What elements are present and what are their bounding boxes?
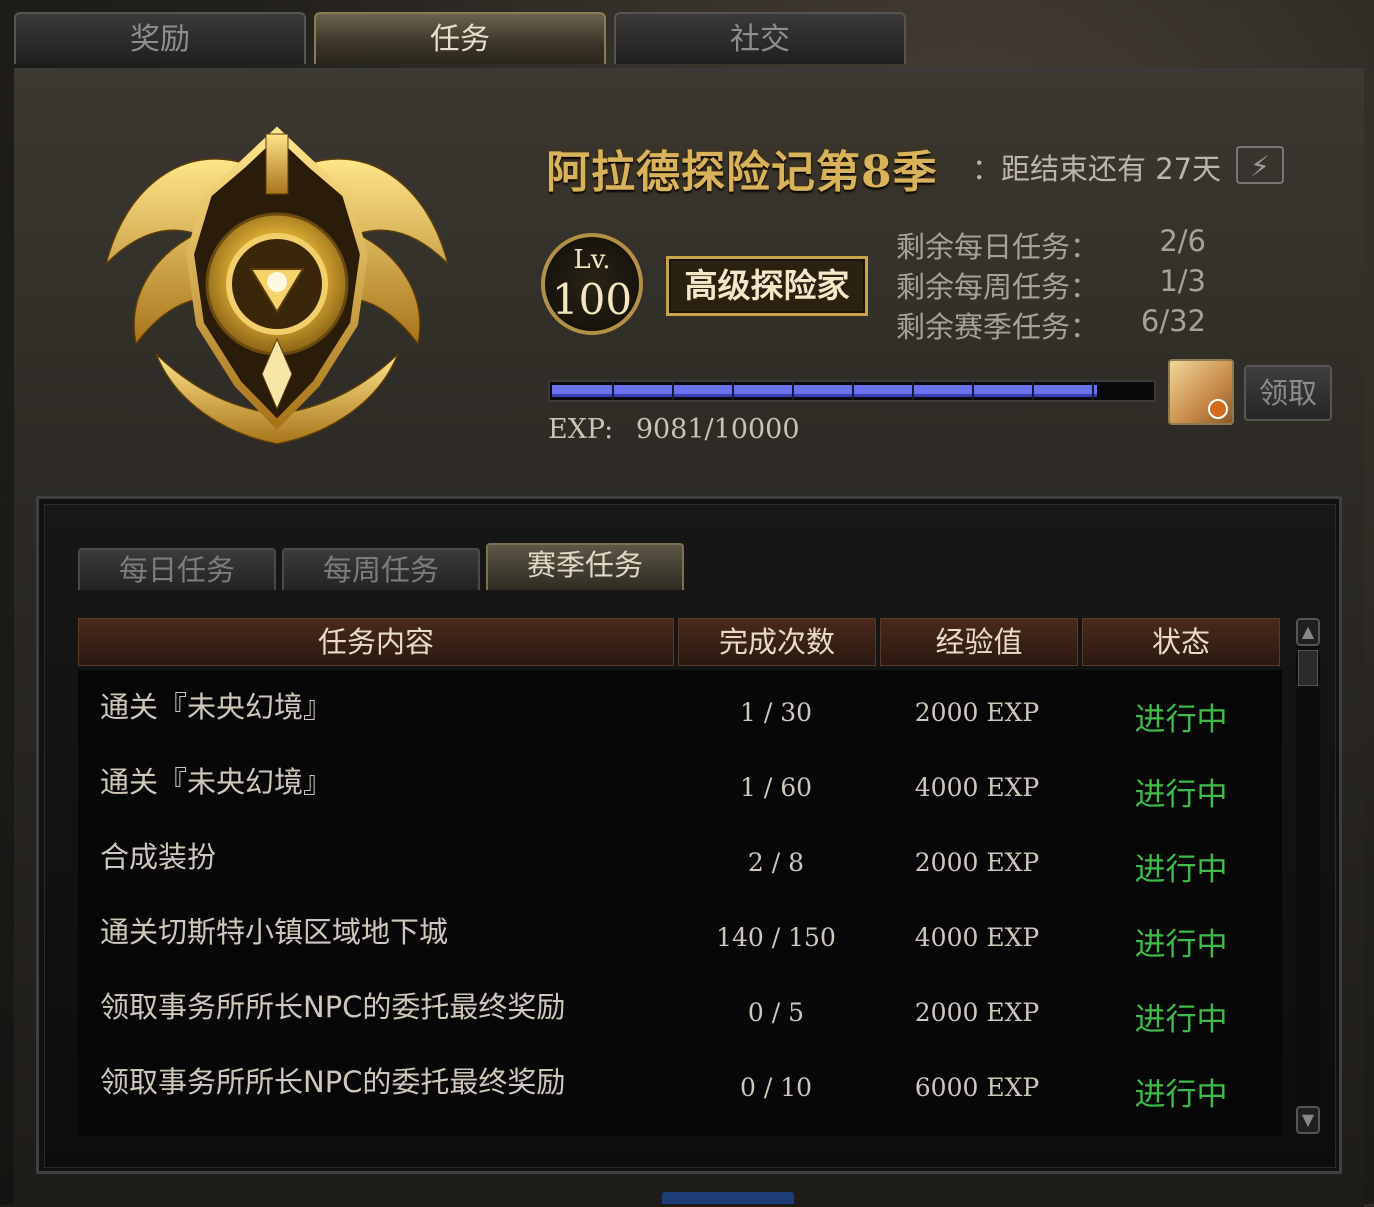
header-exp: 经验值 <box>880 618 1078 666</box>
unavailable-icon <box>1208 399 1228 419</box>
task-name: 通关切斯特小镇区域地下城 <box>100 915 449 949</box>
level-badge: Lv. 100 <box>541 233 643 335</box>
rank-badge: 高级探险家 <box>666 256 868 316</box>
table-row[interactable]: 通关『未央幻境』 1 / 60 4000 EXP 进行中 <box>78 745 1282 820</box>
table-row[interactable]: 通关切斯特小镇区域地下城 140 / 150 4000 EXP 进行中 <box>78 895 1282 970</box>
task-status: 进行中 <box>1134 702 1228 738</box>
task-status: 进行中 <box>1134 852 1228 888</box>
task-exp: 2000 EXP <box>914 698 1040 727</box>
arrow-down-icon[interactable]: ▼ <box>1296 1106 1320 1134</box>
task-count: 0 / 10 <box>739 1073 813 1102</box>
task-count: 1 / 30 <box>739 698 813 727</box>
scrollbar[interactable] <box>1296 618 1320 1134</box>
level-prefix: Lv. <box>573 245 611 275</box>
tab-rewards[interactable]: 奖励 <box>14 12 306 64</box>
table-row[interactable]: 领取事务所所长NPC的委托最终奖励 0 / 10 6000 EXP 进行中 <box>78 1045 1282 1120</box>
exp-bar-segment <box>732 382 734 400</box>
task-name: 合成装扮 <box>100 840 217 874</box>
task-exp: 2000 EXP <box>914 848 1040 877</box>
task-count: 0 / 5 <box>747 998 805 1027</box>
remaining-daily-label: 剩余每日任务： <box>896 230 1100 264</box>
task-exp: 4000 EXP <box>914 773 1040 802</box>
remaining-weekly-value: 1/3 <box>1159 264 1206 298</box>
table-row[interactable]: 通关『未央幻境』 1 / 30 2000 EXP 进行中 <box>78 670 1282 745</box>
exp-bar-segment <box>1032 382 1034 400</box>
season-remaining-time: ：距结束还有 27天 <box>972 152 1222 186</box>
tab-tasks[interactable]: 任务 <box>314 12 606 64</box>
exp-bar-segment <box>672 382 674 400</box>
task-name: 领取事务所所长NPC的委托最终奖励 <box>100 990 566 1024</box>
exp-text: EXP: 9081/10000 <box>548 414 800 445</box>
exp-progress-bar <box>548 380 1156 402</box>
task-exp: 4000 EXP <box>914 923 1040 952</box>
header-completion-count: 完成次数 <box>678 618 876 666</box>
remaining-season-value: 6/32 <box>1140 304 1206 338</box>
lightning-icon[interactable]: ⚡ <box>1236 146 1284 184</box>
subtab-weekly[interactable]: 每周任务 <box>282 548 480 590</box>
remaining-season: 剩余赛季任务： 6/32 <box>896 304 1206 346</box>
exp-bar-segment <box>612 382 614 400</box>
task-count: 1 / 60 <box>739 773 813 802</box>
subtab-season[interactable]: 赛季任务 <box>486 543 684 590</box>
task-status: 进行中 <box>1134 927 1228 963</box>
level-value: 100 <box>551 275 633 324</box>
task-name: 通关『未央幻境』 <box>100 765 333 799</box>
exp-value: 9081/10000 <box>635 414 800 445</box>
task-status: 进行中 <box>1134 1002 1228 1038</box>
task-status: 进行中 <box>1134 777 1228 813</box>
task-count: 2 / 8 <box>747 848 805 877</box>
gift-box-icon[interactable] <box>1168 359 1234 425</box>
claim-button[interactable]: 领取 <box>1244 365 1332 421</box>
exp-label: EXP: <box>548 414 614 445</box>
tab-social[interactable]: 社交 <box>614 12 906 64</box>
remaining-weekly-label: 剩余每周任务： <box>896 270 1100 304</box>
task-exp: 6000 EXP <box>914 1073 1040 1102</box>
remaining-weekly: 剩余每周任务： 1/3 <box>896 264 1206 306</box>
task-name: 领取事务所所长NPC的委托最终奖励 <box>100 1065 566 1099</box>
header-task-content: 任务内容 <box>78 618 674 666</box>
exp-bar-segment <box>912 382 914 400</box>
exp-bar-segment <box>852 382 854 400</box>
task-status: 进行中 <box>1134 1077 1228 1113</box>
exp-bar-segment <box>792 382 794 400</box>
remaining-daily-value: 2/6 <box>1159 224 1206 258</box>
exp-progress-fill <box>552 385 1097 397</box>
golden-winged-emblem-icon <box>104 126 450 445</box>
task-count: 140 / 150 <box>716 923 836 952</box>
bottom-tab-edge <box>662 1192 794 1204</box>
task-table: 通关『未央幻境』 1 / 30 2000 EXP 进行中 通关『未央幻境』 1 … <box>78 670 1282 1136</box>
task-name: 通关『未央幻境』 <box>100 690 333 724</box>
exp-bar-segment <box>1092 382 1094 400</box>
remaining-season-label: 剩余赛季任务： <box>896 310 1100 344</box>
table-row[interactable]: 合成装扮 2 / 8 2000 EXP 进行中 <box>78 820 1282 895</box>
table-row[interactable]: 领取事务所所长NPC的委托最终奖励 0 / 5 2000 EXP 进行中 <box>78 970 1282 1045</box>
scrollbar-thumb[interactable] <box>1298 650 1318 686</box>
remaining-daily: 剩余每日任务： 2/6 <box>896 224 1206 266</box>
header-status: 状态 <box>1082 618 1280 666</box>
task-exp: 2000 EXP <box>914 998 1040 1027</box>
season-title: 阿拉德探险记第8季 <box>546 147 938 198</box>
subtab-daily[interactable]: 每日任务 <box>78 548 276 590</box>
arrow-up-icon[interactable]: ▲ <box>1296 618 1320 646</box>
exp-bar-segment <box>972 382 974 400</box>
